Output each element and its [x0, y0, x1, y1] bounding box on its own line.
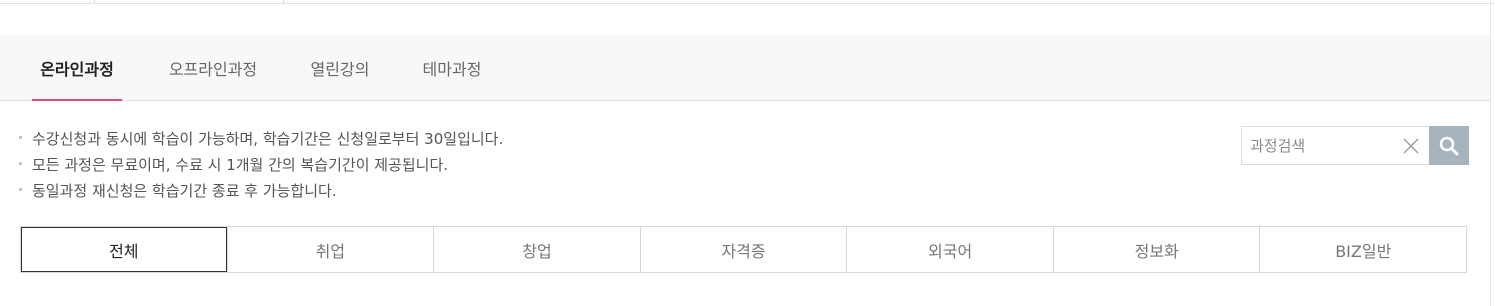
notice-list: 수강신청과 동시에 학습이 가능하며, 학습기간은 신청일로부터 30일입니다.…: [18, 126, 718, 204]
divider: [283, 0, 284, 3]
search-icon: [1439, 136, 1459, 155]
tab-offline-course[interactable]: 오프라인과정: [160, 35, 266, 100]
top-strip: [0, 0, 1495, 4]
notice-item: 동일과정 재신청은 학습기간 종료 후 가능합니다.: [18, 178, 718, 204]
category-foreign-language[interactable]: 외국어: [846, 227, 1053, 272]
category-it[interactable]: 정보화: [1052, 227, 1260, 272]
course-type-tabs: 온라인과정 오프라인과정 열린강의 테마과정: [0, 35, 1490, 101]
category-employment[interactable]: 취업: [226, 227, 434, 272]
notice-item: 모든 과정은 무료이며, 수료 시 1개월 간의 복습기간이 제공됩니다.: [18, 152, 718, 178]
category-all[interactable]: 전체: [21, 227, 227, 272]
category-biz-general[interactable]: BIZ일반: [1259, 227, 1466, 272]
search-button[interactable]: [1429, 126, 1469, 165]
category-certificate[interactable]: 자격증: [639, 227, 847, 272]
scrollbar-track: [1490, 0, 1491, 306]
search-input[interactable]: [1242, 127, 1392, 164]
tab-theme-course[interactable]: 테마과정: [414, 35, 490, 100]
divider: [94, 0, 95, 3]
tab-open-lecture[interactable]: 열린강의: [304, 35, 376, 100]
close-icon[interactable]: [1400, 135, 1422, 157]
course-page: 온라인과정 오프라인과정 열린강의 테마과정 수강신청과 동시에 학습이 가능하…: [0, 0, 1495, 306]
category-filter: 전체 취업 창업 자격증 외국어 정보화 BIZ일반: [20, 226, 1467, 273]
notice-item: 수강신청과 동시에 학습이 가능하며, 학습기간은 신청일로부터 30일입니다.: [18, 126, 718, 152]
course-search: [1241, 126, 1469, 165]
tab-online-course[interactable]: 온라인과정: [32, 35, 122, 101]
category-startup[interactable]: 창업: [433, 227, 640, 272]
